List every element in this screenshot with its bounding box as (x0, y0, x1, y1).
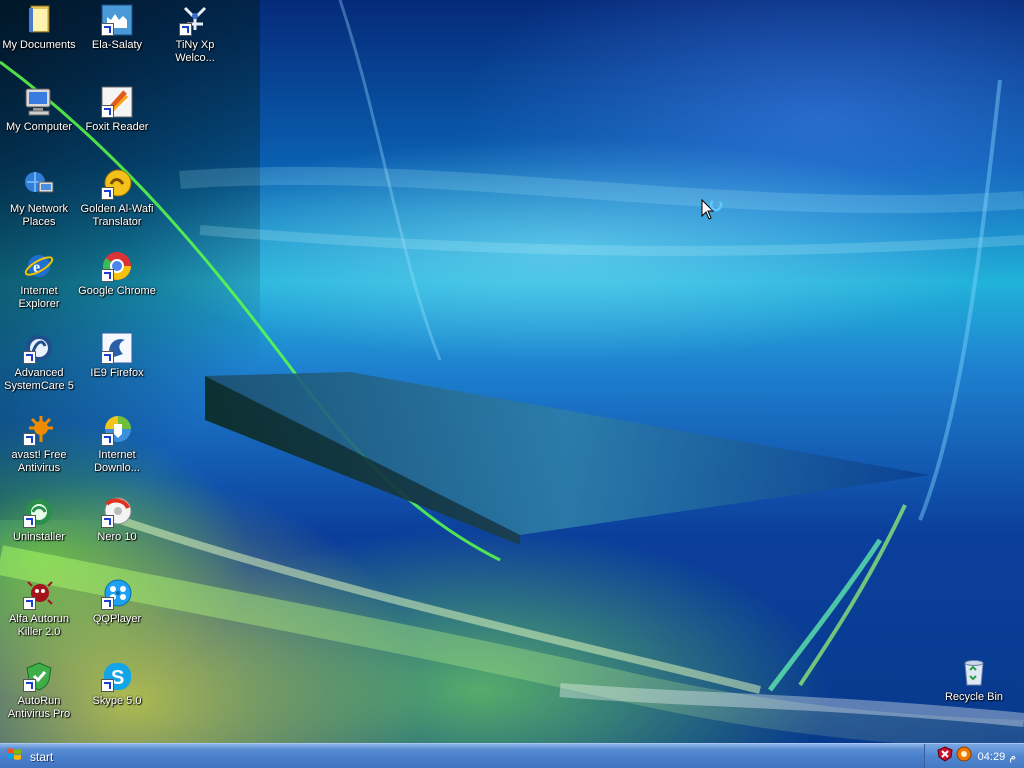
desktop-icon-golden-al-wafi[interactable]: Golden Al-Wafi Translator (78, 168, 156, 229)
desktop-icon-google-chrome[interactable]: Google Chrome (78, 250, 156, 298)
icon-label: My Computer (5, 121, 73, 133)
shortcut-arrow-icon (23, 515, 36, 528)
shortcut-arrow-icon (101, 679, 114, 692)
icon-label: QQPlayer (92, 613, 142, 625)
icon-label: Google Chrome (78, 285, 156, 297)
shortcut-arrow-icon (101, 23, 114, 36)
icon-label: Golden Al-Wafi Translator (80, 203, 154, 228)
icon-label: Uninstaller (13, 531, 65, 543)
network-places-icon (23, 168, 55, 200)
shortcut-arrow-icon (101, 105, 114, 118)
desktop-icon-my-computer[interactable]: My Computer (0, 86, 78, 134)
tiny-xp-icon (179, 4, 211, 36)
recycle-bin-icon (958, 656, 990, 688)
system-tray: 04:29 م (924, 744, 1024, 768)
skype-icon: S (101, 660, 133, 692)
icon-label: TiNy Xp Welco... (175, 39, 215, 64)
uninstaller-icon (23, 496, 55, 528)
chrome-icon (101, 250, 133, 282)
qqplayer-icon (101, 578, 133, 610)
taskbar: start 04:29 م (0, 743, 1024, 768)
folder-documents-icon (23, 4, 55, 36)
icon-label: My Documents (2, 39, 76, 51)
desktop-icon-alfa-autorun-killer[interactable]: Alfa Autorun Killer 2.0 (0, 578, 78, 639)
desktop-icon-my-documents[interactable]: My Documents (0, 4, 78, 52)
shortcut-arrow-icon (101, 351, 114, 364)
start-label: start (30, 749, 54, 764)
autorun-killer-icon (23, 578, 55, 610)
desktop-icon-nero[interactable]: Nero 10 (78, 496, 156, 544)
foxit-reader-icon (101, 86, 133, 118)
desktop-icon-tiny-xp-welcome[interactable]: TiNy Xp Welco... (156, 4, 234, 65)
shortcut-arrow-icon (101, 515, 114, 528)
icon-label: Advanced SystemCare 5 (4, 367, 74, 392)
desktop-icon-avast[interactable]: avast! Free Antivirus (0, 414, 78, 475)
shortcut-arrow-icon (101, 187, 114, 200)
avast-icon (23, 414, 55, 446)
nero-icon (101, 496, 133, 528)
icon-label: My Network Places (9, 203, 69, 228)
desktop-icon-autorun-antivirus[interactable]: AutoRun Antivirus Pro (0, 660, 78, 721)
golden-translator-icon (101, 168, 133, 200)
shortcut-arrow-icon (23, 597, 36, 610)
busy-cursor-icon (701, 198, 725, 225)
desktop-icon-uninstaller[interactable]: Uninstaller (0, 496, 78, 544)
internet-explorer-icon: e (23, 250, 55, 282)
desktop-icon-ie9-firefox[interactable]: IE9 Firefox (78, 332, 156, 380)
shortcut-arrow-icon (101, 597, 114, 610)
icon-label: Internet Explorer (18, 285, 60, 310)
computer-icon (23, 86, 55, 118)
shortcut-arrow-icon (23, 433, 36, 446)
tray-clock-period: م (1009, 751, 1016, 763)
shortcut-arrow-icon (101, 433, 114, 446)
windows-logo-icon (6, 746, 22, 767)
icon-label: AutoRun Antivirus Pro (7, 695, 71, 720)
ela-salaty-icon (101, 4, 133, 36)
internet-download-icon (101, 414, 133, 446)
shortcut-arrow-icon (23, 351, 36, 364)
icon-label: Recycle Bin (944, 691, 1004, 703)
icon-label: Foxit Reader (85, 121, 149, 133)
shortcut-arrow-icon (101, 269, 114, 282)
desktop-icon-internet-download[interactable]: Internet Downlo... (78, 414, 156, 475)
desktop-icon-qqplayer[interactable]: QQPlayer (78, 578, 156, 626)
desktop-icon-foxit-reader[interactable]: Foxit Reader (78, 86, 156, 134)
tray-avast-icon[interactable] (956, 746, 972, 767)
shortcut-arrow-icon (179, 23, 192, 36)
desktop-icon-skype[interactable]: S Skype 5.0 (78, 660, 156, 708)
desktop-icon-recycle-bin[interactable]: Recycle Bin (935, 656, 1013, 704)
desktop-icon-advanced-systemcare[interactable]: Advanced SystemCare 5 (0, 332, 78, 393)
icon-label: avast! Free Antivirus (11, 449, 67, 474)
icon-label: Nero 10 (97, 531, 137, 543)
desktop-wallpaper[interactable]: My Documents My Computer My Network Plac… (0, 0, 1024, 743)
icon-label: Alfa Autorun Killer 2.0 (9, 613, 69, 638)
ie9-firefox-icon (101, 332, 133, 364)
start-button[interactable]: start (0, 744, 92, 768)
desktop-icon-my-network-places[interactable]: My Network Places (0, 168, 78, 229)
desktop-icon-internet-explorer[interactable]: e Internet Explorer (0, 250, 78, 311)
autorun-antivirus-icon (23, 660, 55, 692)
tray-security-alert-icon[interactable] (937, 746, 953, 767)
icon-label: Internet Downlo... (94, 449, 140, 474)
icon-label: IE9 Firefox (90, 367, 144, 379)
tray-clock[interactable]: 04:29 (978, 751, 1006, 763)
icon-label: Skype 5.0 (92, 695, 142, 707)
shortcut-arrow-icon (23, 679, 36, 692)
icon-label: Ela-Salaty (91, 39, 143, 51)
systemcare-icon (23, 332, 55, 364)
desktop-icon-ela-salaty[interactable]: Ela-Salaty (78, 4, 156, 52)
